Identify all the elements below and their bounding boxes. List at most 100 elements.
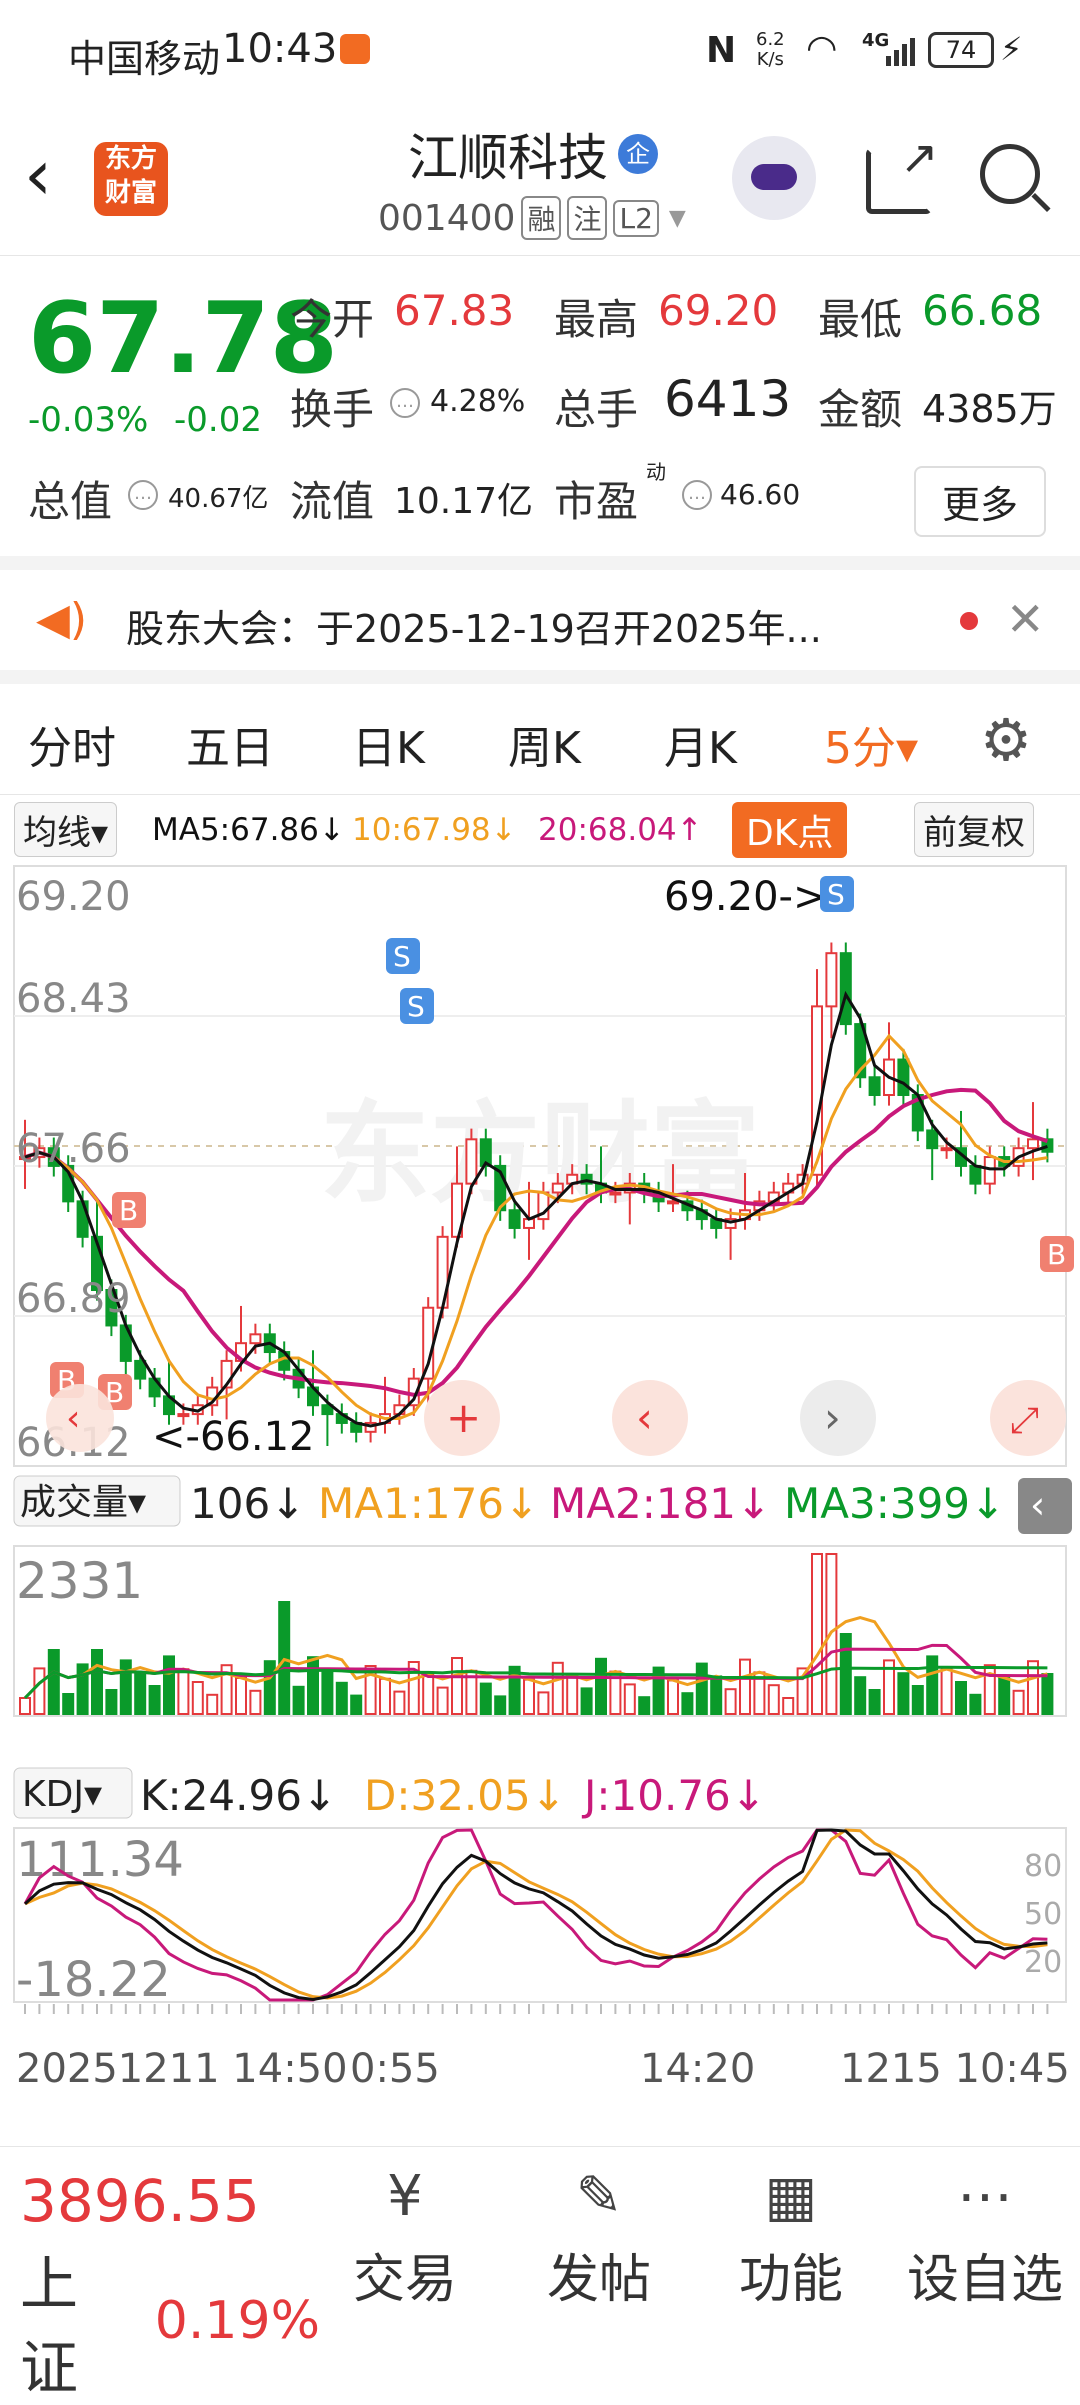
x-label-1: 20251211 14:50 (16, 2046, 348, 2092)
candle-body (609, 1191, 622, 1196)
tab-five-day[interactable]: 五日 (186, 712, 274, 776)
volume-bar (249, 1689, 262, 1715)
low-value: 66.68 (922, 286, 1043, 335)
volume-bar (566, 1674, 579, 1715)
zoom-in-button[interactable]: + (424, 1380, 500, 1456)
tab-daily-k[interactable]: 日K (352, 712, 425, 776)
candle-body (76, 1200, 89, 1238)
charging-icon: ⚡ (1000, 30, 1023, 68)
settings-icon[interactable]: ⚙ (980, 706, 1032, 774)
share-arrow-icon: ↗ (900, 130, 939, 184)
scroll-left-button[interactable]: ‹ (46, 1384, 114, 1452)
adjust-button[interactable]: 前复权 (914, 802, 1034, 857)
nav-add-watchlist-label: 设自选 (906, 2250, 1063, 2310)
announcement-text: 股东大会：于2025-12-19召开2025年... (126, 607, 822, 651)
candle-body (825, 952, 838, 1008)
kdj-level-20: 20 (1024, 1945, 1062, 1980)
candle-body (422, 1306, 435, 1380)
turnover-help-icon[interactable]: … (390, 388, 420, 418)
volume-bar (451, 1657, 463, 1715)
signal-icon (886, 36, 915, 66)
back-icon[interactable]: ‹ (24, 140, 52, 210)
volume-bar (998, 1677, 1011, 1715)
candle-body (1027, 1138, 1039, 1150)
nav-add-watchlist[interactable]: ⋯ 设自选 (900, 2157, 1070, 2312)
tab-weekly-k[interactable]: 周K (508, 712, 581, 776)
float-cap-value: 10.17亿 (394, 481, 534, 522)
stock-title[interactable]: 江顺科技 企 (408, 118, 658, 190)
buy-signal-icon[interactable]: B (1040, 1236, 1074, 1272)
volume-bar (940, 1668, 953, 1716)
tab-intraday[interactable]: 分时 (28, 712, 116, 776)
market-cap-help-icon[interactable]: … (128, 480, 158, 510)
volume-bar (897, 1672, 910, 1716)
battery-indicator: 74 (928, 32, 994, 68)
volume-bar (379, 1677, 391, 1715)
volume-value: 6413 (664, 370, 792, 428)
tab-5min[interactable]: 5分▾ (824, 712, 918, 776)
volume-bar (667, 1679, 679, 1716)
volume-bar (177, 1668, 190, 1716)
volume-bar (91, 1649, 103, 1715)
stock-code-row[interactable]: 001400 融 注 L2 ▼ (378, 196, 686, 240)
post-icon: ✎ (575, 2164, 623, 2229)
app-logo[interactable]: 东方 财富 (94, 142, 168, 216)
carrier: 中国移动 (68, 37, 221, 81)
volume-bar (623, 1683, 636, 1716)
candle-body (897, 1058, 910, 1096)
dk-point-button[interactable]: DK点 (732, 802, 848, 858)
volume-bar (494, 1695, 507, 1716)
nav-trade[interactable]: ¥ 交易 (330, 2157, 480, 2312)
index-widget[interactable]: 3896.55 上证 0.19% (20, 2167, 320, 2405)
nav-post[interactable]: ✎ 发帖 (524, 2157, 674, 2312)
svg-text:S: S (827, 878, 845, 911)
nfc-icon: N (706, 30, 737, 71)
logo-text-1: 东方 (104, 144, 157, 174)
tab-monthly-k[interactable]: 月K (664, 712, 737, 776)
ai-assistant-avatar[interactable] (732, 136, 816, 220)
pe-help-icon[interactable]: … (682, 480, 712, 510)
volume-bar (681, 1692, 694, 1716)
kline-chart[interactable]: 东方财富 69.20 68.43 67.66 66.89 66.12 69.20… (0, 862, 1080, 2144)
volume-bar (839, 1633, 852, 1715)
sell-signal-icon[interactable]: S (400, 988, 434, 1024)
pe-dynamic-mark: 动 (646, 460, 666, 484)
prev-button[interactable]: ‹ (612, 1380, 688, 1456)
status-bar: 中国移动 10:43 N 6.2 K/s ◠ 4G 74 ⚡ (0, 0, 1080, 100)
wifi-icon: ◠ (806, 28, 838, 69)
volume-bar (393, 1690, 406, 1715)
logo-text-2: 财富 (104, 178, 157, 208)
volume-ma2: MA2:181↓ (550, 1479, 771, 1528)
float-cap-label: 流值 (290, 477, 375, 526)
candle-body (508, 1209, 521, 1229)
volume-bar (926, 1655, 939, 1716)
volume-bar (119, 1659, 132, 1716)
candle-body (969, 1164, 982, 1185)
net-speed-value: 6.2 (756, 29, 785, 50)
volume-bar (335, 1681, 348, 1715)
candle-body (926, 1129, 939, 1150)
stock-header: ‹ 东方 财富 江顺科技 企 001400 融 注 L2 ▼ ↗ (0, 100, 1080, 256)
close-icon[interactable]: ✕ (1006, 592, 1045, 646)
indicator-selector[interactable]: 均线▾ (14, 802, 118, 857)
kdj-y-top: 111.34 (16, 1832, 184, 1888)
volume-bar (134, 1672, 147, 1716)
volume-bar (710, 1675, 723, 1716)
more-button[interactable]: 更多 (914, 466, 1047, 537)
kdj-selector-label: KDJ▾ (22, 1774, 102, 1815)
svg-text:⤢: ⤢ (1010, 1400, 1039, 1441)
volume-bar (767, 1684, 780, 1716)
volume-bar (263, 1660, 276, 1716)
next-button[interactable]: › (800, 1380, 876, 1456)
volume-bar (911, 1685, 924, 1715)
fullscreen-button[interactable]: ⤢ (990, 1380, 1066, 1456)
buy-signal-icon[interactable]: B (112, 1192, 146, 1228)
nav-functions-label: 功能 (738, 2250, 843, 2310)
nav-functions[interactable]: ▦ 功能 (716, 2157, 866, 2312)
sell-signal-icon[interactable]: S (820, 876, 854, 912)
volume-bar (105, 1689, 118, 1715)
sell-signal-icon[interactable]: S (386, 938, 420, 974)
unread-dot (960, 612, 978, 630)
announcement-bar[interactable]: ◀) 股东大会：于2025-12-19召开2025年... ✕ (0, 570, 1080, 684)
net-speed-unit: K/s (756, 49, 784, 70)
